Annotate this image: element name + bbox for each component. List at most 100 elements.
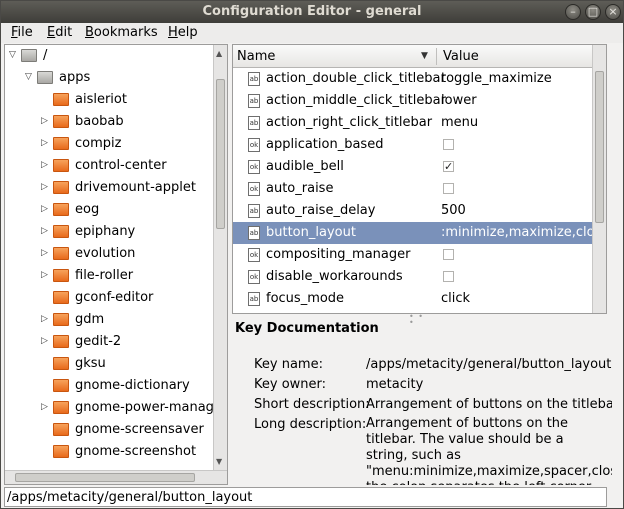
tree-item[interactable]: gksu <box>5 353 213 375</box>
collapsed-arrow-icon[interactable]: ▷ <box>41 137 51 149</box>
close-button[interactable]: × <box>605 4 621 20</box>
string-key-icon: ab <box>248 226 260 240</box>
value-checkbox[interactable]: ✓ <box>443 161 454 172</box>
scrollbar-thumb[interactable] <box>595 71 604 223</box>
collapsed-arrow-icon[interactable]: ▷ <box>41 181 51 193</box>
tree-item[interactable]: gnome-screensaver <box>5 419 213 441</box>
table-row[interactable]: ab action_middle_click_titlebar lower <box>233 90 606 112</box>
tree-item[interactable]: gnome-dictionary <box>5 375 213 397</box>
folder-icon <box>21 49 37 62</box>
table-row[interactable]: ok disable_workarounds <box>233 266 606 288</box>
tree-item-label: apps <box>59 70 91 85</box>
column-header-name[interactable]: Name <box>237 49 275 64</box>
key-value[interactable]: click <box>441 291 470 306</box>
app-window: Configuration Editor - general – □ × Fil… <box>0 0 624 509</box>
boolean-key-icon: ok <box>248 248 260 262</box>
tree-item-label: drivemount-applet <box>75 180 196 195</box>
key-value[interactable]: lower <box>441 93 477 108</box>
tree-item[interactable]: ▷ evolution <box>5 243 213 265</box>
value-checkbox[interactable] <box>443 271 454 282</box>
tree-item[interactable]: ▽ / <box>5 45 213 67</box>
collapsed-arrow-icon[interactable]: ▷ <box>41 269 51 281</box>
table-row[interactable]: ok application_based <box>233 134 606 156</box>
tree-item-label: compiz <box>75 136 122 151</box>
scrollbar-thumb[interactable] <box>216 79 225 229</box>
menu-help[interactable]: Help <box>168 25 198 40</box>
table-vertical-scrollbar[interactable] <box>592 45 606 313</box>
directory-tree[interactable]: ▽ / ▽ apps aisleriot ▷ baobab ▷ compiz ▷ control-c… <box>4 44 228 485</box>
collapsed-arrow-icon[interactable]: ▷ <box>41 159 51 171</box>
expanded-arrow-icon[interactable]: ▽ <box>25 71 35 83</box>
minimize-button[interactable]: – <box>565 4 581 20</box>
tree-item-label: gnome-dictionary <box>75 378 190 393</box>
table-row[interactable]: ok auto_raise <box>233 178 606 200</box>
tree-item-label: gedit-2 <box>75 334 122 349</box>
table-row[interactable]: ab action_right_click_titlebar menu <box>233 112 606 134</box>
tree-item-label: gconf-editor <box>75 290 154 305</box>
tree-item[interactable]: ▷ gdm <box>5 309 213 331</box>
boolean-key-icon: ok <box>248 160 260 174</box>
table-row[interactable]: ab action_double_click_titlebar toggle_max… <box>233 68 606 90</box>
key-name: disable_workarounds <box>266 269 403 284</box>
value-checkbox[interactable] <box>443 183 454 194</box>
tree-item[interactable]: ▷ gedit-2 <box>5 331 213 353</box>
tree-item[interactable]: ▽ apps <box>5 67 213 89</box>
menu-edit[interactable]: Edit <box>47 25 72 40</box>
tree-item[interactable]: ▷ gnome-power-manager <box>5 397 227 419</box>
collapsed-arrow-icon[interactable]: ▷ <box>41 225 51 237</box>
key-name: action_middle_click_titlebar <box>266 93 446 108</box>
tree-item-label: gnome-screenshot <box>75 444 197 459</box>
keys-table[interactable]: Name ▼ Value ab action_double_click_title… <box>232 44 607 314</box>
tree-horizontal-scrollbar[interactable] <box>5 470 227 484</box>
string-key-icon: ab <box>248 94 260 108</box>
table-row[interactable]: ok compositing_manager <box>233 244 606 266</box>
value-checkbox[interactable] <box>443 139 454 150</box>
tree-item-label: gksu <box>75 356 106 371</box>
status-bar: /apps/metacity/general/button_layout <box>4 487 607 507</box>
tree-item[interactable]: gconf-editor <box>5 287 213 309</box>
tree-item-label: gnome-screensaver <box>75 422 204 437</box>
table-row[interactable]: ab button_layout:minimize,maximize,close <box>233 222 606 244</box>
tree-item-label: evolution <box>75 246 136 261</box>
column-header-value[interactable]: Value <box>443 49 479 64</box>
collapsed-arrow-icon[interactable]: ▷ <box>41 203 51 215</box>
tree-item[interactable]: ▷ baobab <box>5 111 213 133</box>
collapsed-arrow-icon[interactable]: ▷ <box>41 335 51 347</box>
tree-item[interactable]: ▷ eog <box>5 199 213 221</box>
sort-descending-icon[interactable]: ▼ <box>421 51 428 61</box>
collapsed-arrow-icon[interactable]: ▷ <box>41 401 51 413</box>
folder-icon <box>53 115 69 128</box>
key-value[interactable]: toggle_maximize <box>441 71 552 86</box>
table-row[interactable]: ab auto_raise_delay 500 <box>233 200 606 222</box>
scroll-up-icon[interactable]: ▲ <box>216 49 222 58</box>
tree-item[interactable]: ▷ epiphany <box>5 221 213 243</box>
key-value[interactable]: :minimize,maximize,close <box>441 225 606 240</box>
tree-item[interactable]: gnome-screenshot <box>5 441 213 463</box>
folder-icon <box>53 137 69 150</box>
tree-item[interactable]: ▷ compiz <box>5 133 213 155</box>
tree-item[interactable]: ▷ drivemount-applet <box>5 177 213 199</box>
title-bar[interactable]: Configuration Editor - general – □ × <box>1 1 623 23</box>
tree-item[interactable]: ▷ file-roller <box>5 265 213 287</box>
maximize-button[interactable]: □ <box>585 4 601 20</box>
table-row[interactable]: ab focus_mode click <box>233 288 606 310</box>
key-name: auto_raise <box>266 181 334 196</box>
tree-item-label: gdm <box>75 312 105 327</box>
scrollbar-thumb[interactable] <box>15 473 195 482</box>
key-value[interactable]: menu <box>441 115 478 130</box>
status-path: /apps/metacity/general/button_layout <box>7 490 253 505</box>
tree-vertical-scrollbar[interactable]: ▲ ▼ <box>213 45 227 471</box>
collapsed-arrow-icon[interactable]: ▷ <box>41 247 51 259</box>
collapsed-arrow-icon[interactable]: ▷ <box>41 313 51 325</box>
column-divider[interactable] <box>436 48 437 65</box>
collapsed-arrow-icon[interactable]: ▷ <box>41 115 51 127</box>
expanded-arrow-icon[interactable]: ▽ <box>9 49 19 61</box>
tree-item[interactable]: ▷ control-center <box>5 155 213 177</box>
menu-file[interactable]: File <box>11 25 33 40</box>
table-row[interactable]: ok audible_bell ✓ <box>233 156 606 178</box>
value-checkbox[interactable] <box>443 249 454 260</box>
scroll-down-icon[interactable]: ▼ <box>216 457 222 466</box>
tree-item[interactable]: aisleriot <box>5 89 213 111</box>
menu-bookmarks[interactable]: Bookmarks <box>85 25 158 40</box>
key-value[interactable]: 500 <box>441 203 466 218</box>
